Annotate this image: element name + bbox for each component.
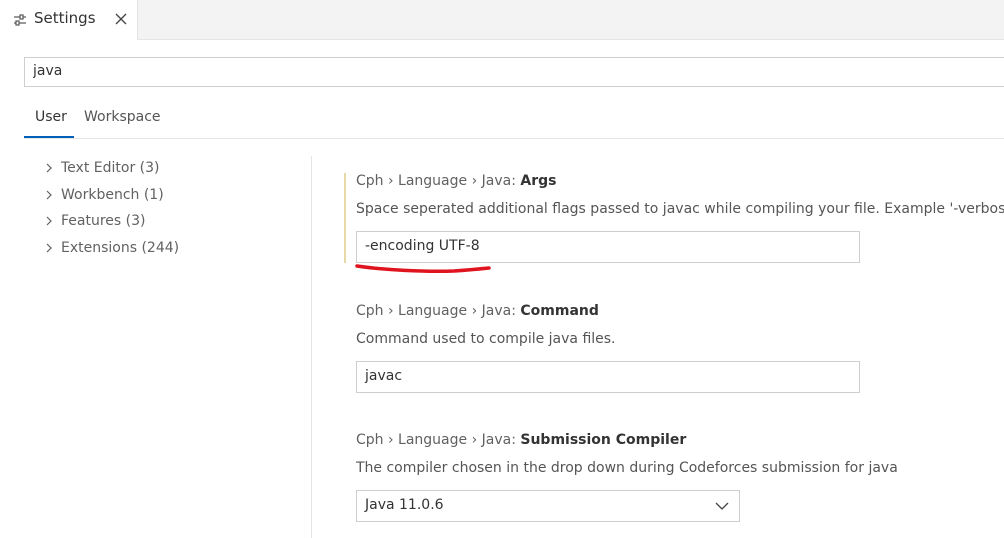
chevron-right-icon — [46, 190, 52, 199]
setting-java-submission-compiler: Cph › Language › Java: Submission Compil… — [344, 432, 1004, 524]
setting-name: Args — [520, 173, 557, 189]
toc-item-label: Workbench (1) — [61, 186, 164, 203]
modified-indicator — [344, 173, 346, 263]
setting-name: Submission Compiler — [520, 432, 687, 448]
toc-item-extensions[interactable]: Extensions (244) — [40, 236, 280, 263]
setting-java-args: Cph › Language › Java: Args Space sepera… — [344, 173, 1004, 265]
setting-title: Cph › Language › Java: Submission Compil… — [356, 432, 686, 448]
close-icon[interactable] — [114, 12, 128, 26]
chevron-right-icon — [46, 163, 52, 173]
settings-toc: Text Editor (3) Workbench (1) Features (… — [40, 156, 280, 262]
toc-item-label: Features (3) — [61, 213, 146, 229]
input-value: -encoding UTF-8 — [365, 238, 480, 254]
tab-workspace[interactable]: Workspace — [84, 109, 161, 125]
chevron-right-icon — [46, 243, 52, 252]
editor-tab-bar: Settings — [0, 0, 1004, 40]
toc-item-workbench[interactable]: Workbench (1) — [40, 183, 280, 210]
setting-java-command: Cph › Language › Java: Command Command u… — [344, 303, 1004, 395]
chevron-right-icon — [46, 216, 52, 226]
active-tab-indicator — [24, 136, 74, 138]
submission-compiler-select[interactable]: Java 11.0.6 — [356, 490, 740, 522]
annotation-underline — [355, 264, 491, 273]
toc-divider — [311, 156, 312, 538]
java-command-input[interactable]: javac — [356, 361, 860, 393]
setting-breadcrumb: Cph › Language › Java: — [356, 432, 521, 448]
setting-breadcrumb: Cph › Language › Java: — [356, 303, 521, 319]
toc-item-label: Extensions (244) — [61, 239, 180, 256]
setting-title: Cph › Language › Java: Args — [356, 173, 556, 189]
toc-item-features[interactable]: Features (3) — [40, 209, 280, 236]
input-value: javac — [365, 368, 403, 384]
settings-search-input[interactable] — [33, 63, 933, 79]
settings-scope-tabs: User Workspace — [24, 103, 1004, 139]
tab-label: Settings — [34, 9, 96, 27]
setting-description: Command used to compile java files. — [356, 331, 616, 347]
chevron-down-icon — [715, 502, 729, 510]
java-args-input[interactable]: -encoding UTF-8 — [356, 231, 860, 263]
setting-name: Command — [520, 303, 599, 319]
toc-item-text-editor[interactable]: Text Editor (3) — [40, 156, 280, 183]
toc-item-label: Text Editor (3) — [61, 160, 160, 176]
settings-search-box[interactable] — [24, 57, 1004, 87]
settings-tab[interactable]: Settings — [0, 0, 138, 40]
setting-title: Cph › Language › Java: Command — [356, 303, 599, 319]
select-value: Java 11.0.6 — [365, 497, 444, 513]
setting-description: The compiler chosen in the drop down dur… — [356, 460, 898, 476]
setting-description: Space seperated additional flags passed … — [356, 201, 1004, 217]
settings-sliders-icon — [14, 14, 26, 26]
setting-breadcrumb: Cph › Language › Java: — [356, 173, 521, 189]
tab-user[interactable]: User — [35, 109, 67, 125]
